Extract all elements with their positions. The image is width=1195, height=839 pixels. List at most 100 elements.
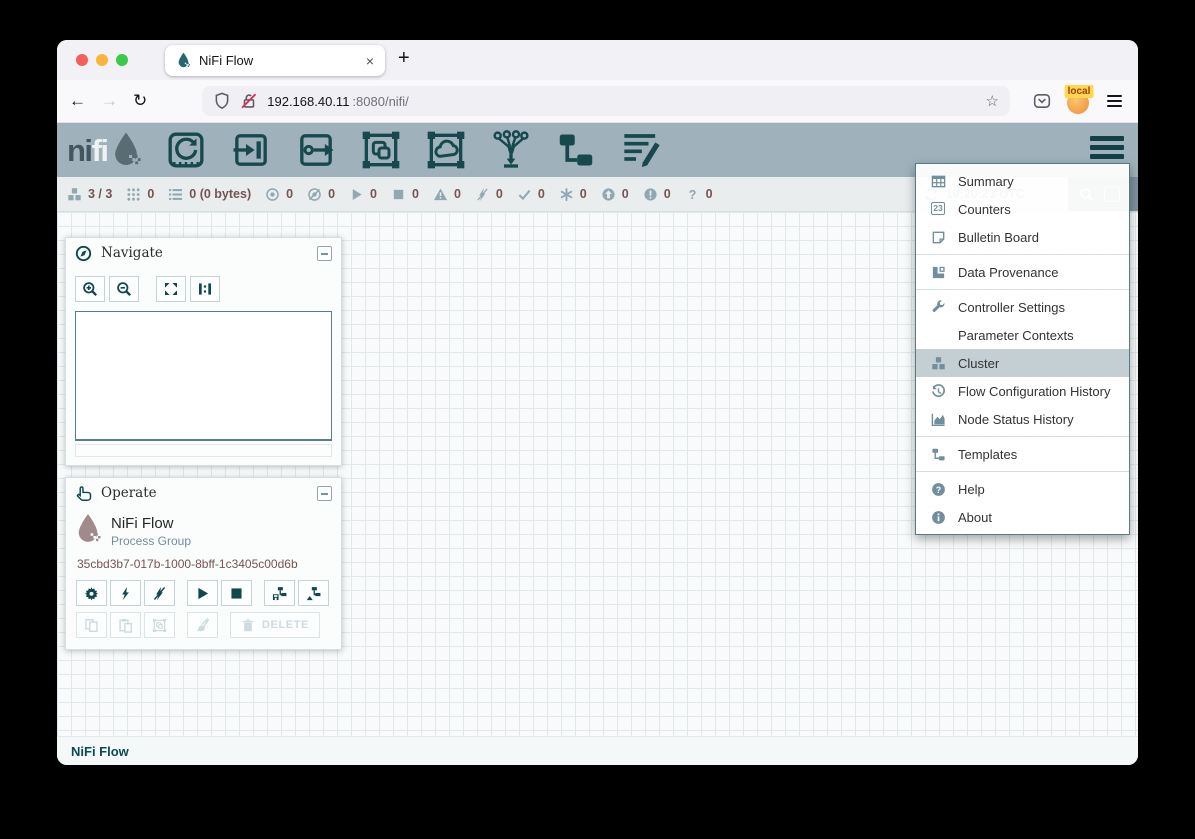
menu-item-label: About <box>958 510 992 525</box>
menu-divider <box>916 254 1129 255</box>
template-component-button[interactable] <box>556 130 596 170</box>
menu-item-about[interactable]: About <box>916 503 1129 531</box>
nifi-favicon-icon <box>176 52 191 69</box>
shield-icon[interactable] <box>213 92 231 110</box>
svg-text:?: ? <box>935 484 940 494</box>
hand-pointer-icon <box>75 485 92 502</box>
group-icon <box>152 618 167 633</box>
menu-item-templates[interactable]: Templates <box>916 440 1129 468</box>
zoom-fit-button[interactable] <box>156 276 186 302</box>
status-count: 0 <box>622 187 629 201</box>
menu-item-help[interactable]: ?Help <box>916 475 1129 503</box>
status-count: 0 <box>580 187 587 201</box>
url-path: :8080/nifi/ <box>352 94 408 109</box>
zoom-actual-button[interactable] <box>190 276 220 302</box>
tab-title: NiFi Flow <box>199 53 358 68</box>
output-port-component-button[interactable] <box>296 130 336 170</box>
breadcrumb[interactable]: NiFi Flow <box>57 736 1138 765</box>
status-count: 0 <box>328 187 335 201</box>
maximize-window-button[interactable] <box>116 54 128 66</box>
status-invalid: 0 <box>433 187 461 202</box>
process-group-component-button[interactable] <box>361 130 401 170</box>
url-bar[interactable]: 192.168.40.11 :8080/nifi/ ☆ <box>202 86 1010 116</box>
selection-name: NiFi Flow <box>111 515 191 532</box>
insecure-lock-icon[interactable] <box>240 92 258 110</box>
menu-item-label: Bulletin Board <box>958 230 1039 245</box>
menu-divider <box>916 471 1129 472</box>
stop-button[interactable] <box>221 580 252 606</box>
input-port-component-button[interactable] <box>231 130 271 170</box>
output-port-icon <box>296 130 336 170</box>
menu-item-node-status-history[interactable]: Node Status History <box>916 405 1129 433</box>
tab-close-icon[interactable]: × <box>366 53 374 69</box>
svg-text:?: ? <box>688 187 696 201</box>
save-template-button[interactable] <box>264 580 295 606</box>
question-circle-icon: ? <box>929 482 947 497</box>
delete-button[interactable]: DELETE <box>230 612 320 638</box>
minimap-footer <box>75 444 332 457</box>
status-disabled: 0 <box>475 187 503 202</box>
save-template-icon <box>272 586 287 601</box>
operate-palette: Operate NiFi Flow Process Group 35cbd3b7… <box>65 477 342 650</box>
menu-item-cluster[interactable]: Cluster <box>916 349 1129 377</box>
menu-item-bulletin-board[interactable]: Bulletin Board <box>916 223 1129 251</box>
zoom-in-button[interactable] <box>75 276 105 302</box>
operate-title: Operate <box>101 485 157 501</box>
browser-tab[interactable]: NiFi Flow × <box>165 45 385 76</box>
funnel-component-button[interactable] <box>491 130 531 170</box>
menu-item-flow-configuration-history[interactable]: Flow Configuration History <box>916 377 1129 405</box>
close-window-button[interactable] <box>76 54 88 66</box>
pocket-icon[interactable] <box>1033 92 1051 110</box>
birdseye-minimap[interactable] <box>75 311 332 441</box>
status-locally-modified-stale: 0 <box>643 187 671 202</box>
cluster-cubes-icon <box>929 356 947 371</box>
start-button[interactable] <box>187 580 218 606</box>
global-menu-button[interactable] <box>1090 136 1124 159</box>
breadcrumb-root[interactable]: NiFi Flow <box>71 744 129 759</box>
back-button[interactable]: ← <box>69 91 86 111</box>
zoom-out-button[interactable] <box>109 276 139 302</box>
menu-item-parameter-contexts[interactable]: Parameter Contexts <box>916 321 1129 349</box>
copy-button[interactable] <box>76 612 107 638</box>
remote-process-group-component-button[interactable] <box>426 130 466 170</box>
configuration-button[interactable] <box>76 580 107 606</box>
navigate-collapse-button[interactable] <box>317 246 332 261</box>
disable-button[interactable] <box>144 580 175 606</box>
upload-template-button[interactable] <box>298 580 329 606</box>
selection-type: Process Group <box>111 534 191 548</box>
cluster-cubes-icon <box>67 187 82 202</box>
menu-item-data-provenance[interactable]: Data Provenance <box>916 258 1129 286</box>
logo-text-ni: ni <box>67 135 92 166</box>
enable-button[interactable] <box>110 580 141 606</box>
menu-item-label: Node Status History <box>958 412 1074 427</box>
status-threads-grid: 0 <box>126 187 154 202</box>
menu-item-label: Parameter Contexts <box>958 328 1074 343</box>
processor-component-button[interactable] <box>166 130 206 170</box>
up-to-date-icon <box>517 187 532 202</box>
menu-item-controller-settings[interactable]: Controller Settings <box>916 293 1129 321</box>
browser-menu-icon[interactable] <box>1107 95 1122 107</box>
bookmark-star-icon[interactable]: ☆ <box>986 92 999 110</box>
input-port-icon <box>231 130 271 170</box>
operate-toolbar-row2: DELETE <box>76 612 341 638</box>
group-button[interactable] <box>144 612 175 638</box>
url-host: 192.168.40.11 <box>267 94 349 109</box>
operate-header: Operate <box>66 478 341 508</box>
paste-button[interactable] <box>110 612 141 638</box>
status-count: 0 <box>370 187 377 201</box>
new-tab-button[interactable]: + <box>398 47 410 70</box>
profile-avatar[interactable]: local <box>1067 89 1091 113</box>
reload-button[interactable]: ↻ <box>133 91 147 111</box>
nifi-drop-logo-icon <box>110 131 142 169</box>
operate-collapse-button[interactable] <box>317 486 332 501</box>
fill-color-button[interactable] <box>187 612 218 638</box>
status-transmitting: 0 <box>265 187 293 202</box>
minimize-window-button[interactable] <box>96 54 108 66</box>
menu-item-summary[interactable]: Summary <box>916 167 1129 195</box>
label-component-button[interactable] <box>621 130 661 170</box>
status-count: 0 <box>147 187 154 201</box>
zoom-out-icon <box>116 281 132 297</box>
forward-button[interactable]: → <box>101 91 118 111</box>
menu-item-counters[interactable]: 23Counters <box>916 195 1129 223</box>
transmitting-icon <box>265 187 280 202</box>
